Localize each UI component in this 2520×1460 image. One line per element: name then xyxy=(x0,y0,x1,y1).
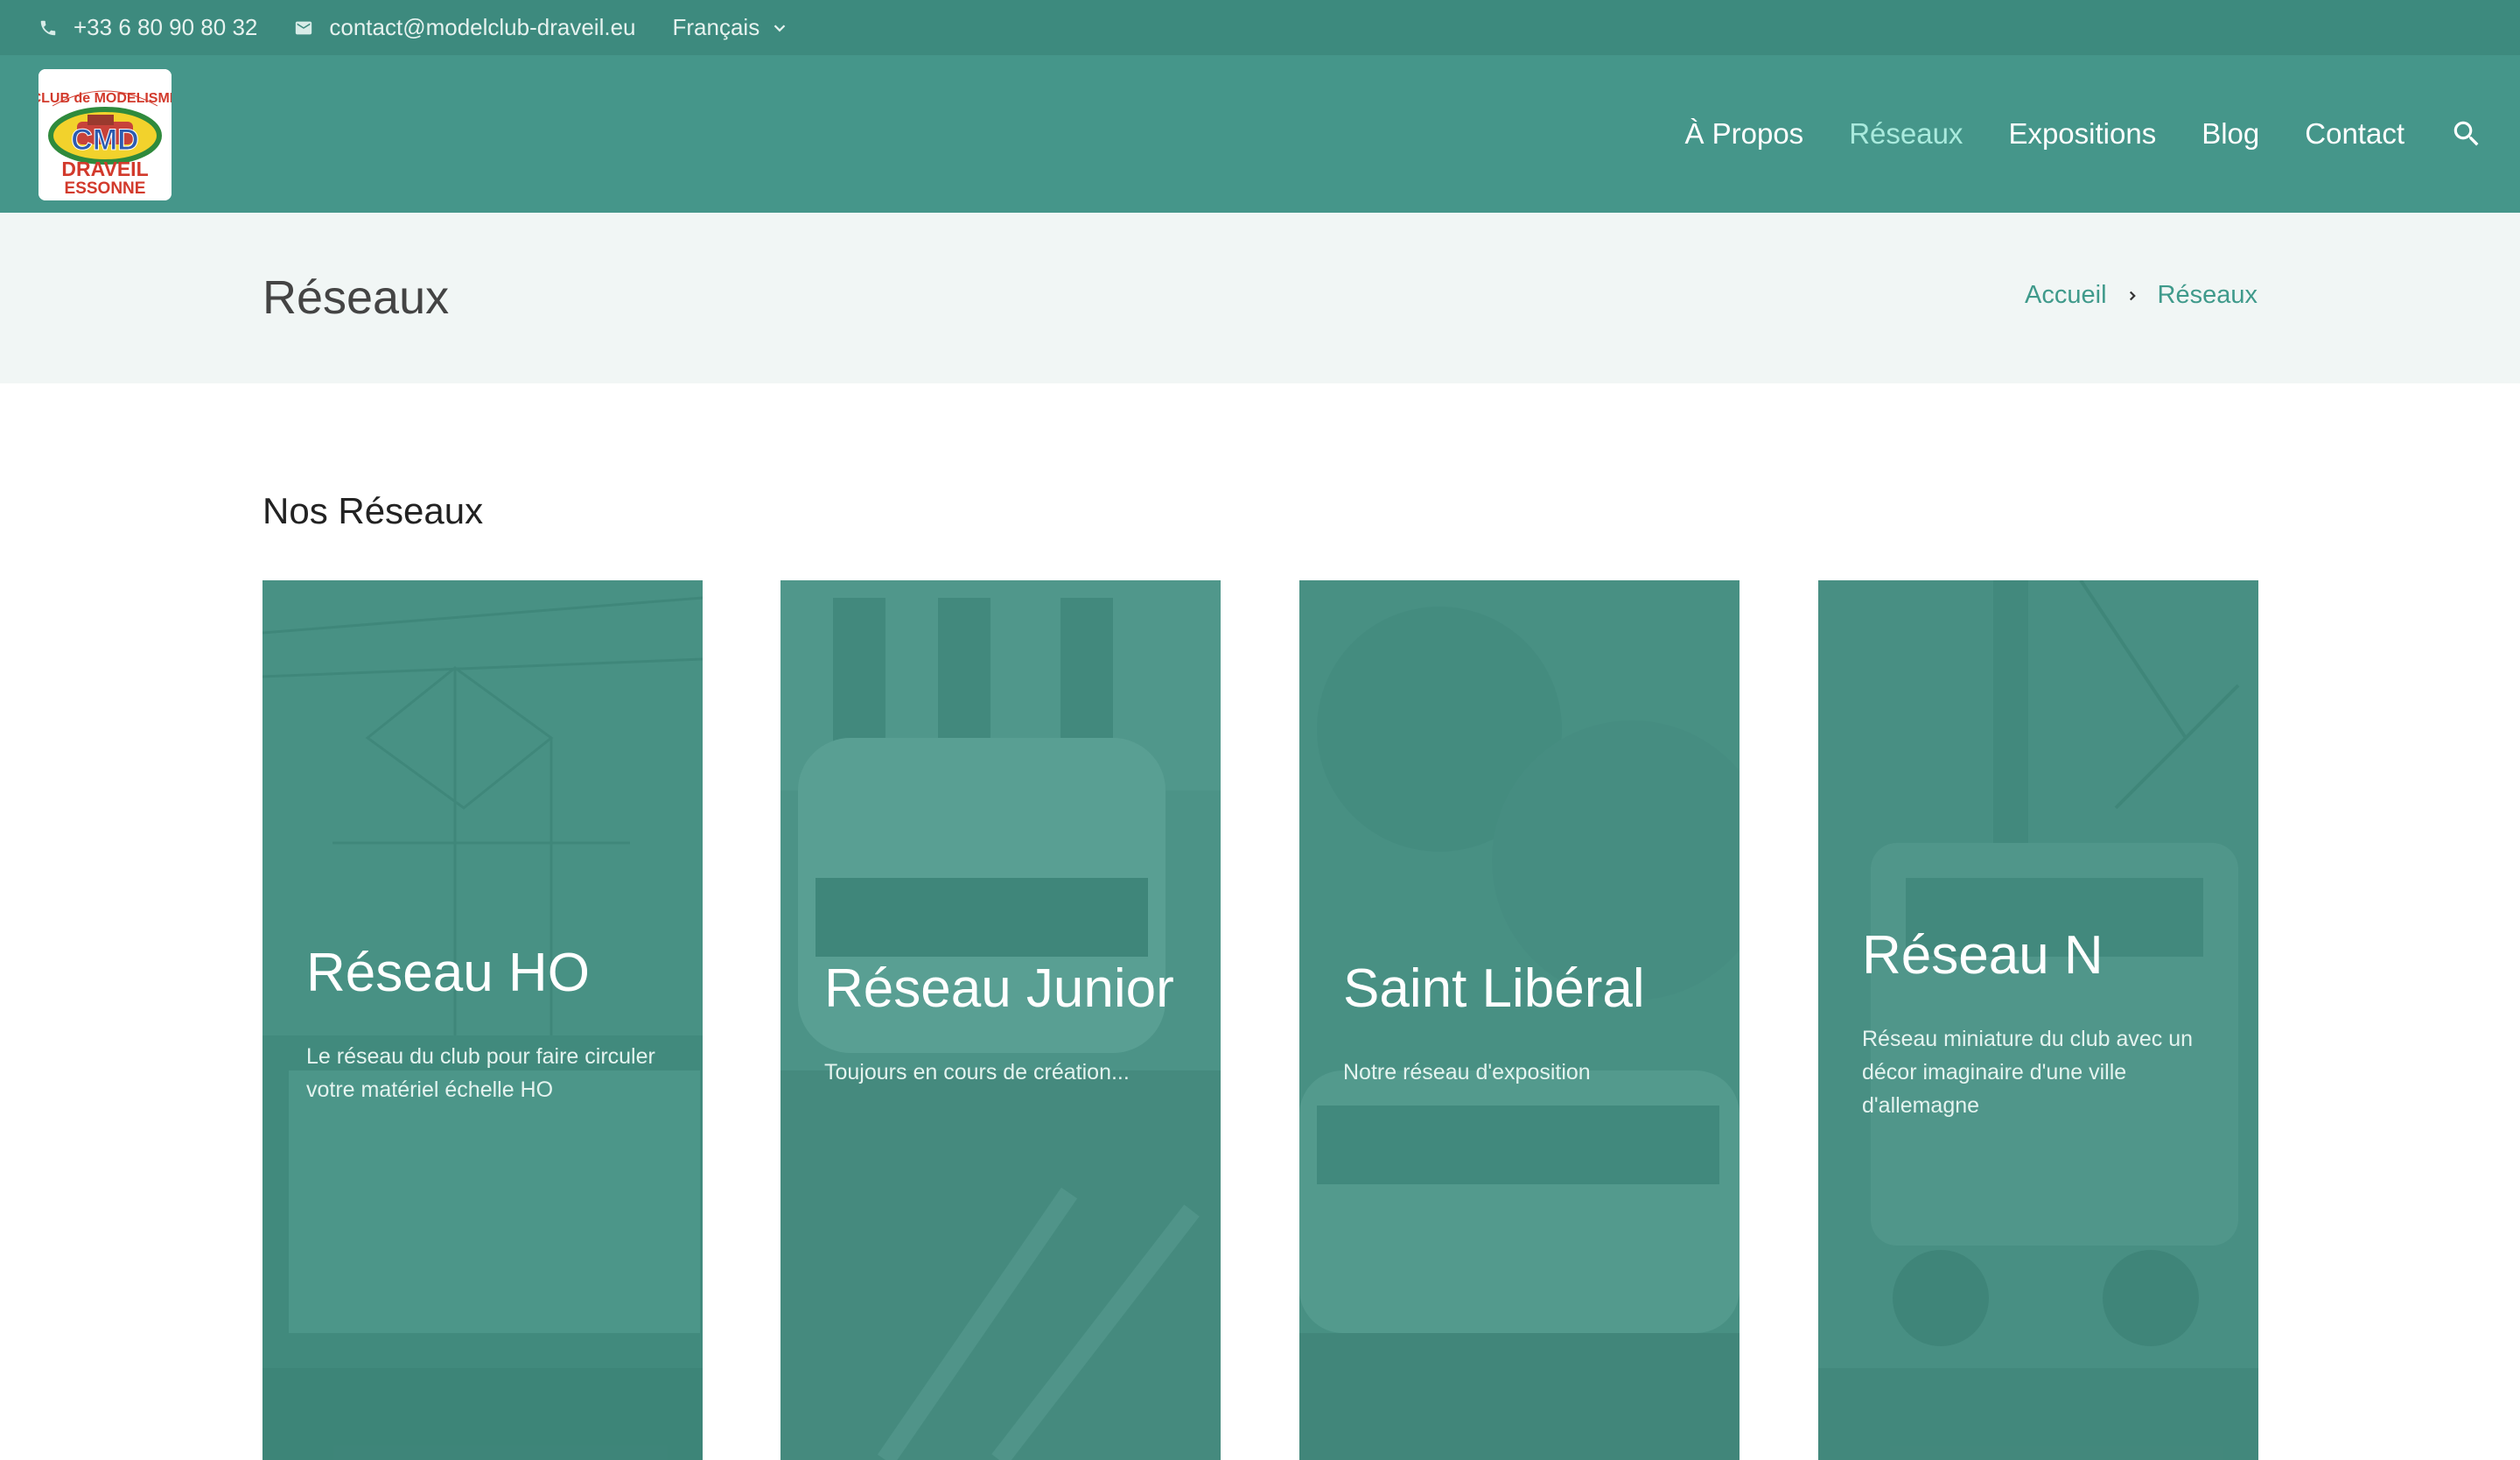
card-content: Réseau N Réseau miniature du club avec u… xyxy=(1862,925,2223,1122)
nav-item-reseaux[interactable]: Réseaux xyxy=(1849,117,1963,151)
chevron-down-icon[interactable] xyxy=(770,18,789,38)
top-bar: +33 6 80 90 80 32 contact@modelclub-drav… xyxy=(0,0,2520,55)
breadcrumb: Accueil Réseaux xyxy=(2025,281,2258,310)
phone-number[interactable]: +33 6 80 90 80 32 xyxy=(74,14,257,41)
breadcrumb-home-link[interactable]: Accueil xyxy=(2025,281,2107,310)
card-title[interactable]: Saint Libéral xyxy=(1343,958,1704,1019)
email-icon xyxy=(296,21,312,34)
card-description: Réseau miniature du club avec un décor i… xyxy=(1862,1027,2194,1119)
main-nav: À Propos Réseaux Expositions Blog Contac… xyxy=(1639,55,2520,213)
nav-item-contact[interactable]: Contact xyxy=(2305,117,2404,151)
logo-line-1: CLUB de MODELISME xyxy=(38,91,172,106)
network-cards: Réseau HO Le réseau du club pour faire c… xyxy=(262,580,2258,1460)
section-title: Nos Réseaux xyxy=(262,490,484,531)
page-title: Réseaux xyxy=(262,271,450,324)
breadcrumb-current: Réseaux xyxy=(2157,281,2258,309)
card-content: Saint Libéral Notre réseau d'exposition xyxy=(1343,958,1704,1089)
search-button[interactable] xyxy=(2450,117,2483,151)
network-card-ho[interactable]: Réseau HO Le réseau du club pour faire c… xyxy=(262,580,703,1460)
email-contact[interactable]: contact@modelclub-draveil.eu xyxy=(294,14,636,41)
card-content: Réseau HO Le réseau du club pour faire c… xyxy=(306,943,668,1106)
club-logo-image: CLUB de MODELISME CMD DRAVEIL ESSONNE xyxy=(38,69,172,200)
page-title-band: Réseaux Accueil Réseaux xyxy=(0,213,2520,383)
card-title[interactable]: Réseau Junior xyxy=(824,958,1186,1019)
nav-item-expositions[interactable]: Expositions xyxy=(2008,117,2156,151)
main-header: CLUB de MODELISME CMD DRAVEIL ESSONNE À … xyxy=(0,55,2520,213)
card-description: Toujours en cours de création... xyxy=(824,1060,1130,1085)
nav-item-blog[interactable]: Blog xyxy=(2202,117,2259,151)
network-card-n[interactable]: Réseau N Réseau miniature du club avec u… xyxy=(1818,580,2258,1460)
card-content: Réseau Junior Toujours en cours de créat… xyxy=(824,958,1186,1089)
card-description: Le réseau du club pour faire circuler vo… xyxy=(306,1044,655,1103)
chevron-right-icon xyxy=(2124,288,2140,304)
phone-contact[interactable]: +33 6 80 90 80 32 xyxy=(38,14,257,41)
network-card-junior[interactable]: Réseau Junior Toujours en cours de créat… xyxy=(780,580,1221,1460)
card-title[interactable]: Réseau HO xyxy=(306,943,668,1003)
nav-item-a-propos[interactable]: À Propos xyxy=(1684,117,1803,151)
card-description: Notre réseau d'exposition xyxy=(1343,1060,1591,1085)
phone-icon xyxy=(40,20,56,35)
logo-mark: CMD xyxy=(71,123,138,157)
language-label[interactable]: Français xyxy=(673,14,760,41)
network-card-saint-liberal[interactable]: Saint Libéral Notre réseau d'exposition xyxy=(1299,580,1740,1460)
language-selector[interactable]: Français xyxy=(673,14,790,41)
logo-line-3: ESSONNE xyxy=(65,179,146,198)
email-address[interactable]: contact@modelclub-draveil.eu xyxy=(329,14,635,41)
logo-line-2: DRAVEIL xyxy=(61,158,148,180)
club-logo[interactable]: CLUB de MODELISME CMD DRAVEIL ESSONNE xyxy=(38,69,172,200)
search-icon[interactable] xyxy=(2450,117,2483,151)
card-title[interactable]: Réseau N xyxy=(1862,925,2223,986)
